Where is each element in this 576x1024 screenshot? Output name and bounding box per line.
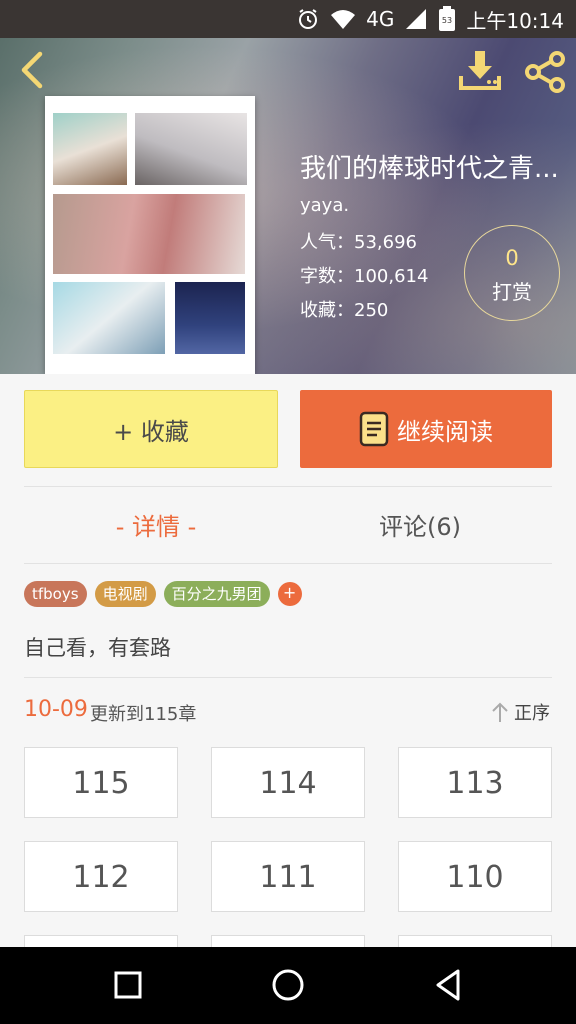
divider [24,486,552,487]
tag-chip[interactable]: tfboys [24,581,87,607]
cover-photo [53,194,245,274]
cover-photo [53,113,127,185]
chapter-button[interactable]: 115 [24,747,178,818]
stat-popularity: 人气：53,696 [300,228,417,254]
back-icon [436,969,460,1001]
tip-count: 0 [505,246,519,270]
tip-label: 打赏 [492,280,532,304]
system-back-button[interactable] [426,965,470,1005]
update-text: 更新到115章 [90,704,197,725]
stat-value: 100,614 [354,266,429,287]
chapter-button[interactable]: 110 [398,841,552,912]
stat-value: 53,696 [354,232,417,253]
home-button[interactable] [266,965,310,1005]
wifi-icon [330,8,356,30]
tag-chip[interactable]: 百分之九男团 [163,581,270,607]
favorite-label: + 收藏 [113,417,189,446]
alarm-icon [296,7,320,31]
book-cover[interactable] [45,96,255,374]
status-time: 上午10:14 [466,8,564,33]
download-button[interactable] [458,48,502,92]
share-icon [525,51,565,93]
recent-apps-button[interactable] [106,965,150,1005]
tip-button[interactable]: 0 打赏 [464,225,560,321]
back-arrow-icon [21,51,43,89]
tag-chip[interactable]: 电视剧 [94,581,156,607]
recent-apps-icon [114,971,142,999]
battery-level: 53 [442,16,452,25]
continue-reading-button[interactable]: 继续阅读 [300,390,552,468]
book-author[interactable]: yaya. [300,195,349,216]
divider [24,677,552,678]
book-header: 我们的棒球时代之青... yaya. 人气：53,696 字数：100,614 … [0,38,576,374]
download-icon [459,51,501,90]
tag-list: tfboys 电视剧 百分之九男团 + [24,581,302,607]
stat-value: 250 [354,300,389,321]
tab-detail[interactable]: - 详情 - [24,505,288,549]
battery-icon: 53 [438,6,456,32]
sort-order-label: 正序 [514,703,550,724]
update-date: 10-09 [24,697,88,722]
stat-label: 字数： [300,266,354,287]
stat-label: 人气： [300,232,354,253]
tab-comments[interactable]: 评论(6) [288,505,552,549]
stat-label: 收藏： [300,300,354,321]
cover-photo [175,282,245,354]
cover-photo [135,113,247,185]
stat-favorites: 收藏：250 [300,296,388,322]
favorite-button[interactable]: + 收藏 [24,390,278,468]
chapter-button[interactable]: 112 [24,841,178,912]
sort-order-button[interactable]: 正序 [490,699,550,725]
book-description: 自己看，有套路 [24,636,171,660]
cover-photo [53,282,165,354]
back-button[interactable] [14,50,50,90]
stat-word-count: 字数：100,614 [300,262,428,288]
status-icons: 4G 53 上午10:14 [296,0,564,38]
book-icon [359,411,389,447]
share-button[interactable] [522,50,568,94]
book-title: 我们的棒球时代之青... [300,154,559,184]
chapter-button[interactable]: 113 [398,747,552,818]
arrow-up-icon [492,702,508,722]
continue-reading-label: 继续阅读 [397,417,493,446]
home-icon [272,969,304,1001]
system-nav-bar [0,947,576,1024]
divider [24,563,552,564]
chapter-button[interactable]: 114 [211,747,365,818]
network-type: 4G [366,7,395,31]
signal-icon [404,7,428,31]
add-tag-button[interactable]: + [277,582,302,606]
chapter-button[interactable]: 111 [211,841,365,912]
status-bar: 4G 53 上午10:14 [0,0,576,38]
